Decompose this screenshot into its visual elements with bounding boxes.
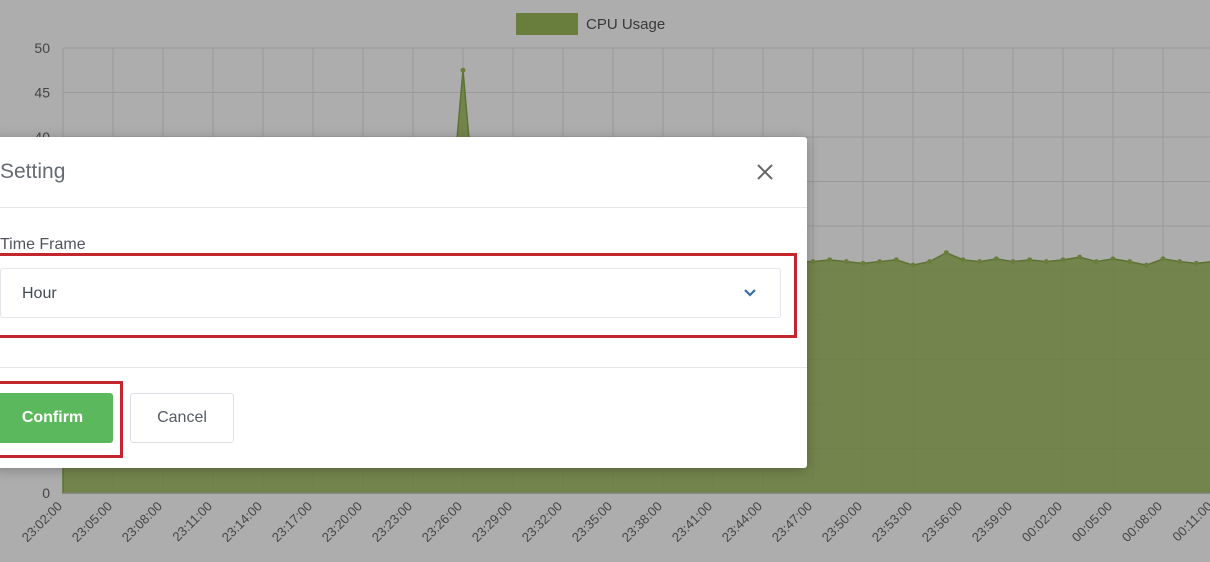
time-frame-label: Time Frame bbox=[0, 236, 86, 253]
modal-title: Setting bbox=[0, 160, 66, 183]
confirm-button[interactable]: Confirm bbox=[0, 393, 113, 443]
setting-modal: Setting Time Frame Hour bbox=[0, 137, 807, 468]
close-icon bbox=[757, 164, 773, 180]
close-button[interactable] bbox=[752, 159, 778, 185]
cancel-button[interactable]: Cancel bbox=[130, 393, 234, 443]
modal-header: Setting bbox=[0, 137, 807, 208]
chevron-down-icon bbox=[744, 289, 756, 297]
time-frame-select[interactable]: Hour bbox=[0, 268, 781, 318]
time-frame-value: Hour bbox=[22, 285, 57, 302]
modal-divider bbox=[0, 367, 807, 368]
